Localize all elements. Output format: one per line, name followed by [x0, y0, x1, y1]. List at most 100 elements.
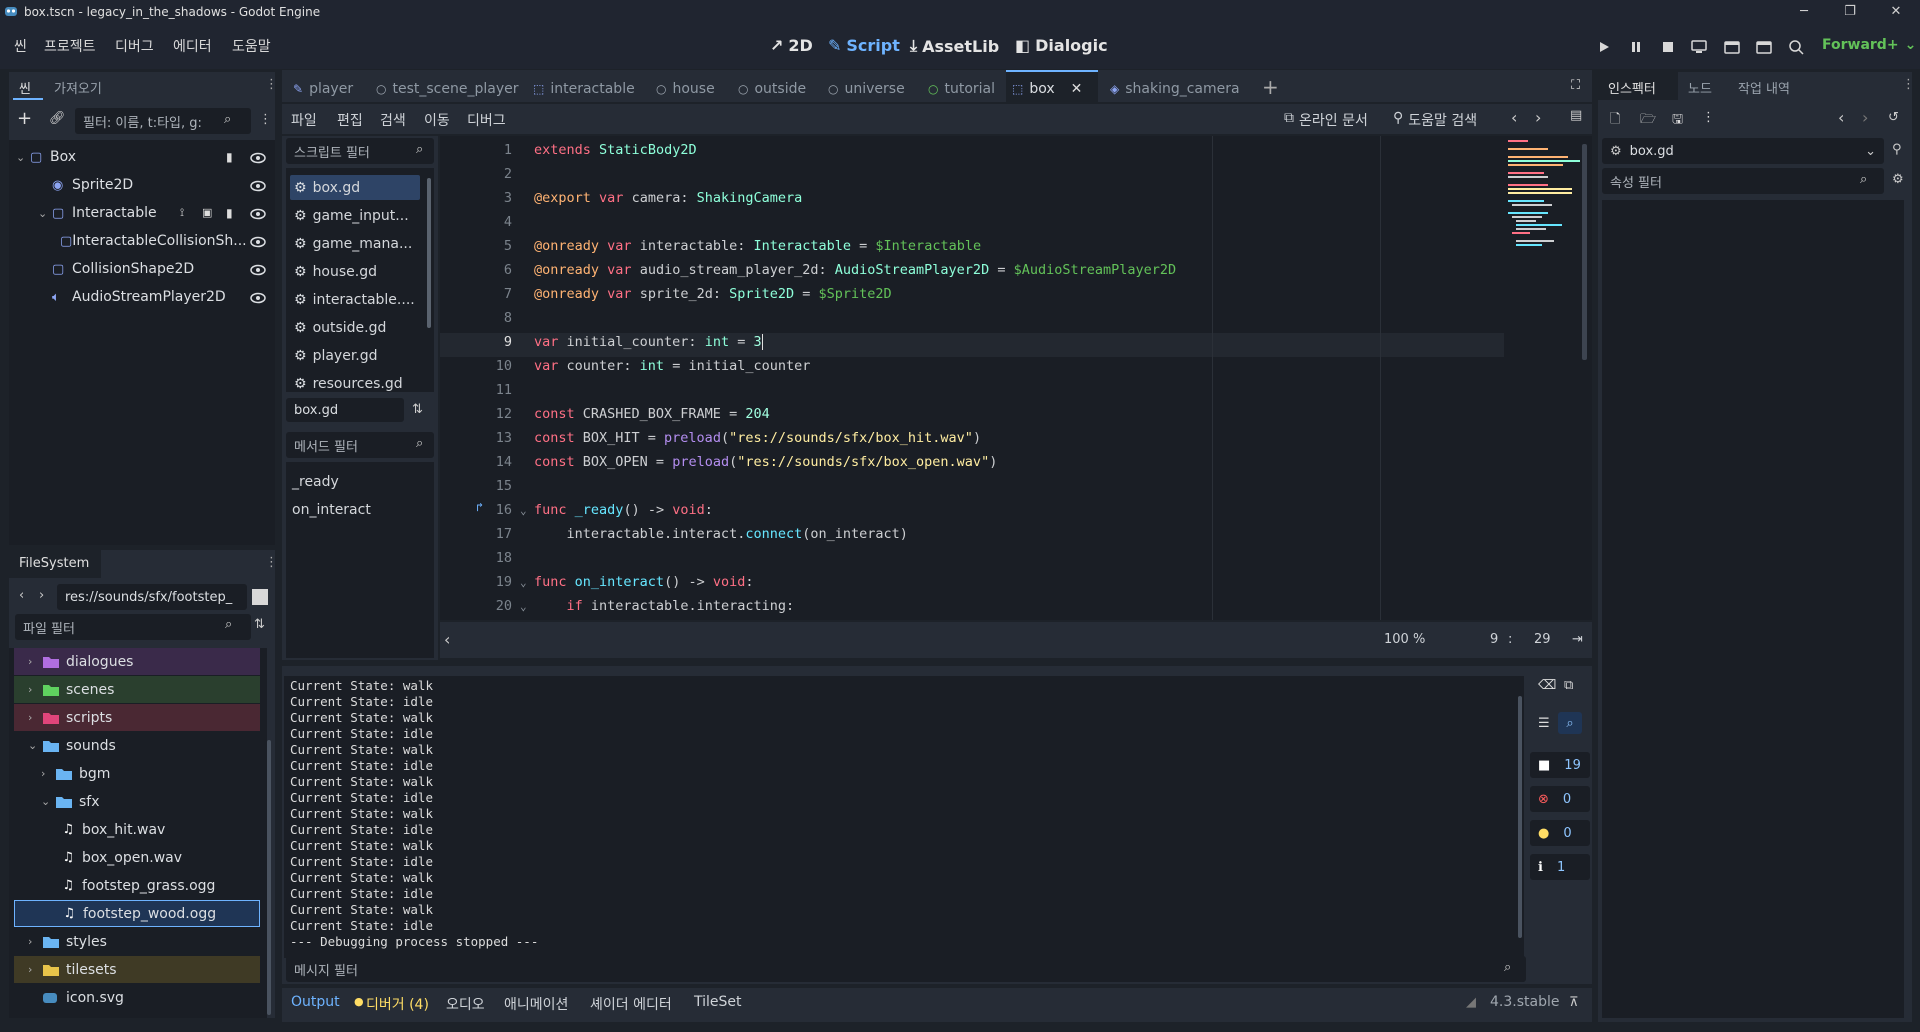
back-icon[interactable]: ‹	[19, 588, 24, 603]
remote-debug-icon[interactable]	[1689, 37, 1709, 57]
collapse-left-icon[interactable]: ‹	[444, 630, 450, 649]
toggle-panel-icon[interactable]: ▤	[1570, 108, 1582, 123]
new-resource-icon[interactable]: 🗋︎	[1610, 110, 1620, 132]
workspace-script-button[interactable]: ✎ Script	[828, 36, 900, 55]
editor-tab-universe[interactable]: ○ universe	[828, 76, 905, 102]
file-tree-row[interactable]: › tilesets	[14, 956, 260, 983]
script-menu-file[interactable]: 파일	[291, 110, 317, 130]
sort-icon[interactable]: ⇅	[412, 402, 423, 417]
tab-shader-editor[interactable]: 셰이더 에디터	[590, 994, 672, 1014]
info-count-toggle[interactable]: ℹ1	[1530, 854, 1590, 880]
editor-tab-box[interactable]: ⬚ box ✕	[1012, 76, 1082, 102]
signal-icon[interactable]: ⟟	[180, 206, 184, 220]
sort-icon[interactable]: ⇅	[254, 617, 265, 632]
warning-count-toggle[interactable]: ● 0	[1530, 820, 1590, 846]
scene-tree-row[interactable]: ▢ CollisionShape2D	[38, 257, 234, 281]
dock-menu-icon[interactable]: ⋮	[1902, 77, 1915, 92]
expand-arrow-icon[interactable]: ⌄	[38, 207, 52, 220]
link-icon[interactable]: 🔗︎	[49, 111, 66, 126]
tab-tileset[interactable]: TileSet	[694, 994, 742, 1010]
editor-tab-player[interactable]: ✎ player	[293, 76, 353, 102]
file-tree-row[interactable]: › styles	[14, 928, 260, 955]
tab-audio[interactable]: 오디오	[446, 994, 485, 1014]
file-tree-scrollbar[interactable]	[267, 740, 271, 1015]
file-tree-row[interactable]: ♫ footstep_grass.ogg	[14, 872, 260, 899]
code-line[interactable]: 14 const BOX_OPEN = preload("res://sounds…	[440, 450, 1530, 474]
play-custom-scene-icon[interactable]	[1754, 37, 1774, 57]
property-filter-input[interactable]: 속성 필터	[1602, 168, 1884, 194]
expand-arrow-icon[interactable]: ›	[28, 711, 42, 724]
code-line[interactable]: 8	[440, 306, 1530, 330]
path-field[interactable]: res://sounds/sfx/footstep_	[57, 584, 247, 610]
output-scrollbar[interactable]	[1518, 696, 1522, 938]
file-tree-row[interactable]: › bgm	[14, 760, 260, 787]
filter-search-toggle[interactable]: ⌕	[1558, 712, 1582, 734]
forward-icon[interactable]: ›	[39, 588, 44, 603]
file-tree-row[interactable]: › scripts	[14, 704, 260, 731]
editor-tab-interactable[interactable]: ⬚ interactable	[533, 76, 635, 102]
object-properties-icon[interactable]: ⚲	[1892, 142, 1902, 157]
next-script-icon[interactable]: ›	[1535, 108, 1541, 127]
tab-filesystem[interactable]: FileSystem	[19, 556, 89, 571]
copy-icon[interactable]: ⧉	[1564, 678, 1573, 693]
log-count-toggle[interactable]: ■ 19	[1530, 752, 1590, 778]
code-line[interactable]: 6 @onready var audio_stream_player_2d: Au…	[440, 258, 1530, 282]
expand-arrow-icon[interactable]: ⌄	[16, 151, 30, 164]
code-line[interactable]: 7 @onready var sprite_2d: Sprite2D = $Spr…	[440, 282, 1530, 306]
close-window-button[interactable]: ✕	[1873, 0, 1919, 23]
close-tab-icon[interactable]: ✕	[1071, 81, 1083, 97]
tab-animation[interactable]: 애니메이션	[504, 994, 568, 1014]
scene-tree-row[interactable]: ◉ Sprite2D	[38, 173, 234, 197]
online-docs-button[interactable]: ⧉ 온라인 문서	[1284, 110, 1368, 130]
resource-select[interactable]: ⚙ box.gd ⌄	[1602, 138, 1884, 164]
menu-project[interactable]: 프로젝트	[44, 36, 96, 56]
code-line[interactable]: 15	[440, 474, 1530, 498]
menu-debug[interactable]: 디버그	[115, 36, 154, 56]
tab-node[interactable]: 노드	[1688, 78, 1712, 97]
expand-arrow-icon[interactable]: ⌄	[28, 739, 42, 752]
script-list-item[interactable]: ⚙ house.gd	[290, 259, 420, 284]
scene-tree-row[interactable]: ▢ InteractableCollisionSh...	[60, 229, 247, 253]
clear-output-icon[interactable]: ⌫	[1538, 678, 1556, 693]
play-button[interactable]	[1594, 37, 1614, 57]
editor-tab-tutorial[interactable]: ○ tutorial	[928, 76, 995, 102]
history-forward-icon[interactable]: ›	[1862, 108, 1868, 127]
editor-tab-outside[interactable]: ○ outside	[738, 76, 806, 102]
menu-help[interactable]: 도움말	[232, 36, 271, 56]
editor-tab-test_scene_player[interactable]: ○ test_scene_player	[376, 76, 518, 102]
file-tree-row[interactable]: icon.svg	[14, 984, 260, 1011]
movie-maker-icon[interactable]	[1786, 37, 1806, 57]
file-tree-row[interactable]: ⌄ sfx	[14, 788, 260, 815]
script-list-item[interactable]: ⚙ box.gd	[290, 175, 420, 200]
code-line[interactable]: 18	[440, 546, 1530, 570]
expand-arrow-icon[interactable]: ›	[28, 963, 42, 976]
stop-button[interactable]	[1658, 37, 1678, 57]
fold-arrow-icon[interactable]: ⌄	[520, 504, 534, 517]
script-menu-edit[interactable]: 편집	[337, 110, 363, 130]
tab-import[interactable]: 가져오기	[54, 78, 102, 97]
dock-menu-icon[interactable]: ⋮	[265, 555, 278, 570]
tab-history[interactable]: 작업 내역	[1738, 78, 1790, 97]
script-menu-goto[interactable]: 이동	[424, 110, 450, 130]
code-line[interactable]: 20 ⌄ if interactable.interacting:	[440, 594, 1530, 618]
expand-arrow-icon[interactable]: ›	[41, 767, 55, 780]
workspace-2d-button[interactable]: ↗ 2D	[770, 36, 813, 55]
help-search-button[interactable]: ⚲ 도움말 검색	[1393, 110, 1477, 130]
visibility-eye-icon[interactable]	[250, 180, 266, 192]
new-tab-icon[interactable]: +	[1262, 75, 1279, 99]
visibility-eye-icon[interactable]	[250, 264, 266, 276]
file-tree-row[interactable]: ♫ box_open.wav	[14, 844, 260, 871]
dock-menu-icon[interactable]: ⋮	[265, 77, 278, 92]
menu-editor[interactable]: 에디터	[173, 36, 212, 56]
visibility-eye-icon[interactable]	[250, 236, 266, 248]
script-list-item[interactable]: ⚙ game_mana...	[290, 231, 420, 256]
script-list-scrollbar[interactable]	[427, 178, 431, 328]
error-count-toggle[interactable]: ⊗ 0	[1530, 786, 1590, 812]
more-options-icon[interactable]: ⋮	[259, 112, 272, 127]
script-attached-icon[interactable]: ▮	[226, 206, 233, 220]
code-line[interactable]: 2	[440, 162, 1530, 186]
visibility-eye-icon[interactable]	[250, 208, 266, 220]
code-editor[interactable]: 1 extends StaticBody2D 2 3 @export var camer…	[440, 136, 1592, 620]
method-list-item[interactable]: on_interact	[292, 502, 371, 518]
visibility-eye-icon[interactable]	[250, 292, 266, 304]
